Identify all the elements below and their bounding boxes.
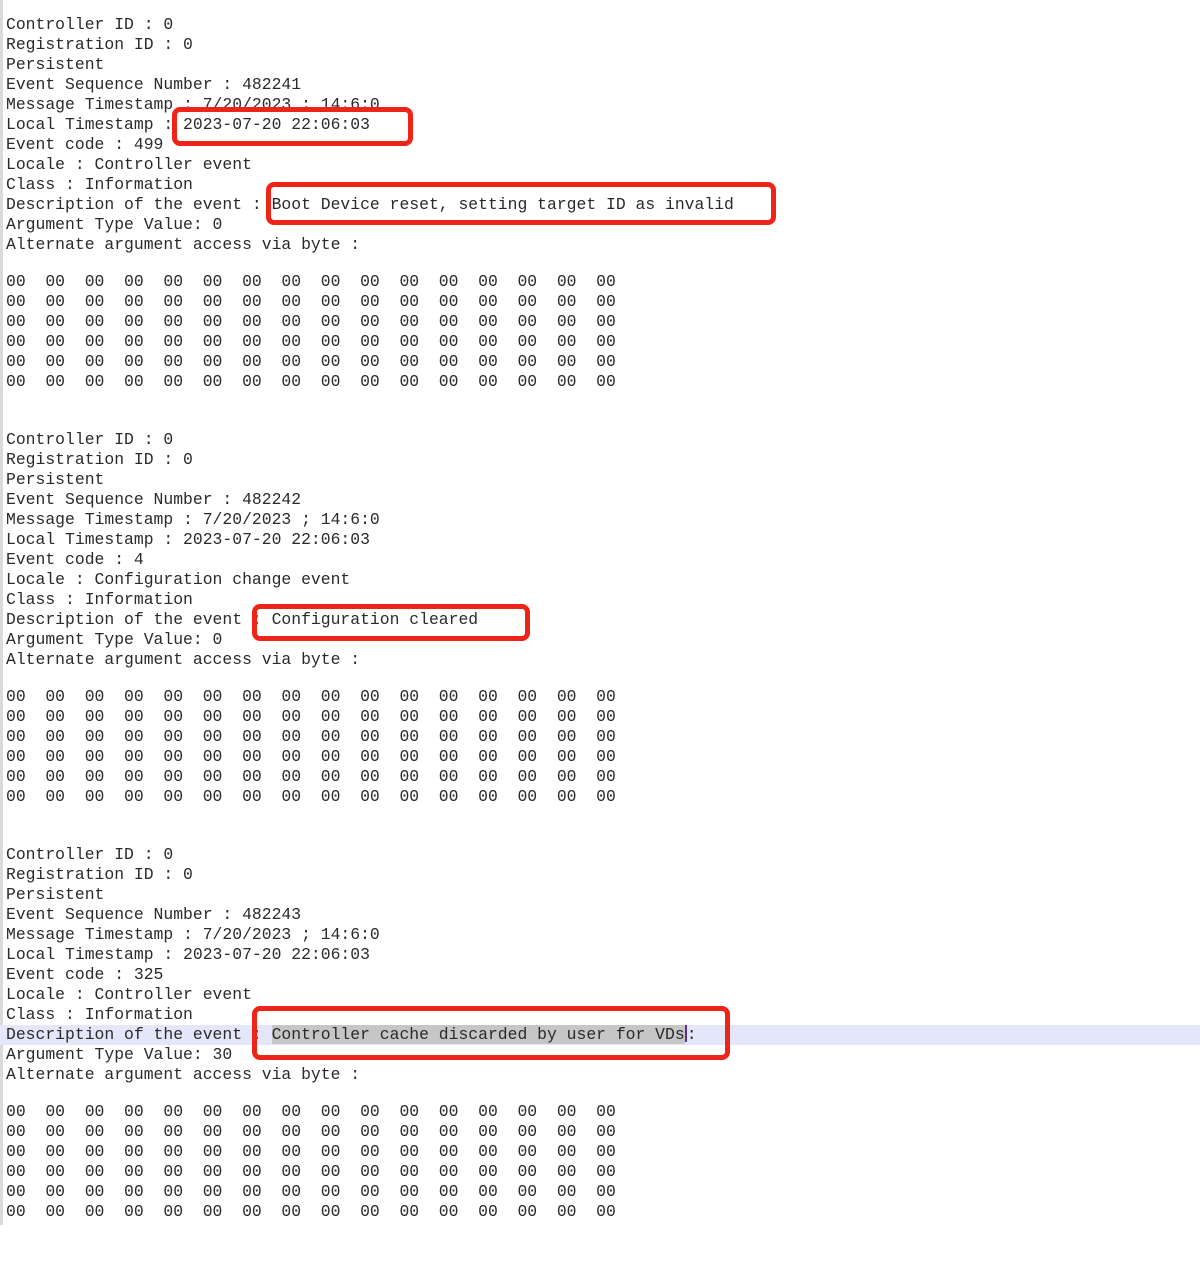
hex-row: 00 00 00 00 00 00 00 00 00 00 00 00 00 0… bbox=[0, 1142, 1200, 1162]
log-line: Registration ID : 0 bbox=[0, 450, 1200, 470]
event-lines: Controller ID : 0Registration ID : 0Pers… bbox=[0, 15, 1200, 255]
log-line: Class : Information bbox=[0, 590, 1200, 610]
hex-row: 00 00 00 00 00 00 00 00 00 00 00 00 00 0… bbox=[0, 1182, 1200, 1202]
hex-row: 00 00 00 00 00 00 00 00 00 00 00 00 00 0… bbox=[0, 1202, 1200, 1222]
hex-row: 00 00 00 00 00 00 00 00 00 00 00 00 00 0… bbox=[0, 687, 1200, 707]
log-line: Registration ID : 0 bbox=[0, 35, 1200, 55]
log-line: Description of the event : Configuration… bbox=[0, 610, 1200, 630]
hex-row: 00 00 00 00 00 00 00 00 00 00 00 00 00 0… bbox=[0, 787, 1200, 807]
log-line: Message Timestamp : 7/20/2023 ; 14:6:0 bbox=[0, 510, 1200, 530]
hex-row: 00 00 00 00 00 00 00 00 00 00 00 00 00 0… bbox=[0, 292, 1200, 312]
event-lines: Controller ID : 0Registration ID : 0Pers… bbox=[0, 430, 1200, 670]
hex-row: 00 00 00 00 00 00 00 00 00 00 00 00 00 0… bbox=[0, 352, 1200, 372]
hex-row: 00 00 00 00 00 00 00 00 00 00 00 00 00 0… bbox=[0, 1102, 1200, 1122]
log-line: Argument Type Value: 30 bbox=[0, 1045, 1200, 1065]
hex-row: 00 00 00 00 00 00 00 00 00 00 00 00 00 0… bbox=[0, 747, 1200, 767]
hex-dump: 00 00 00 00 00 00 00 00 00 00 00 00 00 0… bbox=[0, 687, 1200, 807]
log-line: Locale : Configuration change event bbox=[0, 570, 1200, 590]
event-block: Controller ID : 0Registration ID : 0Pers… bbox=[0, 15, 1200, 392]
log-line: Local Timestamp : 2023-07-20 22:06:03 bbox=[0, 530, 1200, 550]
log-line: Event code : 4 bbox=[0, 550, 1200, 570]
log-line: Message Timestamp : 7/20/2023 ; 14:6:0 bbox=[0, 95, 1200, 115]
log-line: Event code : 499 bbox=[0, 135, 1200, 155]
hex-dump: 00 00 00 00 00 00 00 00 00 00 00 00 00 0… bbox=[0, 272, 1200, 392]
log-line: Event Sequence Number : 482242 bbox=[0, 490, 1200, 510]
event-block: Controller ID : 0Registration ID : 0Pers… bbox=[0, 430, 1200, 807]
hex-row: 00 00 00 00 00 00 00 00 00 00 00 00 00 0… bbox=[0, 1122, 1200, 1142]
hex-row: 00 00 00 00 00 00 00 00 00 00 00 00 00 0… bbox=[0, 727, 1200, 747]
log-line: Alternate argument access via byte : bbox=[0, 1065, 1200, 1085]
hex-row: 00 00 00 00 00 00 00 00 00 00 00 00 00 0… bbox=[0, 312, 1200, 332]
hex-dump: 00 00 00 00 00 00 00 00 00 00 00 00 00 0… bbox=[0, 1102, 1200, 1222]
log-line: Argument Type Value: 0 bbox=[0, 630, 1200, 650]
highlighted-log-line: Description of the event : Controller ca… bbox=[0, 1025, 1200, 1045]
log-line: Persistent bbox=[0, 885, 1200, 905]
log-line: Argument Type Value: 0 bbox=[0, 215, 1200, 235]
event-lines: Controller ID : 0Registration ID : 0Pers… bbox=[0, 845, 1200, 1085]
hex-row: 00 00 00 00 00 00 00 00 00 00 00 00 00 0… bbox=[0, 372, 1200, 392]
log-line: Class : Information bbox=[0, 175, 1200, 195]
log-line: Locale : Controller event bbox=[0, 155, 1200, 175]
log-line: Message Timestamp : 7/20/2023 ; 14:6:0 bbox=[0, 925, 1200, 945]
log-line: Event code : 325 bbox=[0, 965, 1200, 985]
selected-text: Controller cache discarded by user for V… bbox=[272, 1025, 685, 1044]
log-line: Controller ID : 0 bbox=[0, 430, 1200, 450]
description-label: Description of the event : bbox=[6, 1025, 272, 1044]
log-line: Locale : Controller event bbox=[0, 985, 1200, 1005]
log-line: Local Timestamp : 2023-07-20 22:06:03 bbox=[0, 115, 1200, 135]
hex-row: 00 00 00 00 00 00 00 00 00 00 00 00 00 0… bbox=[0, 767, 1200, 787]
hex-row: 00 00 00 00 00 00 00 00 00 00 00 00 00 0… bbox=[0, 272, 1200, 292]
log-line: Class : Information bbox=[0, 1005, 1200, 1025]
log-line: Persistent bbox=[0, 55, 1200, 75]
log-line: Alternate argument access via byte : bbox=[0, 650, 1200, 670]
event-log-viewer: Controller ID : 0Registration ID : 0Pers… bbox=[0, 0, 1200, 1264]
log-line: Local Timestamp : 2023-07-20 22:06:03 bbox=[0, 945, 1200, 965]
log-line: Event Sequence Number : 482241 bbox=[0, 75, 1200, 95]
hex-row: 00 00 00 00 00 00 00 00 00 00 00 00 00 0… bbox=[0, 332, 1200, 352]
log-line: Registration ID : 0 bbox=[0, 865, 1200, 885]
event-log-text: Controller ID : 0Registration ID : 0Pers… bbox=[0, 0, 1200, 1222]
log-line: Description of the event : Boot Device r… bbox=[0, 195, 1200, 215]
hex-row: 00 00 00 00 00 00 00 00 00 00 00 00 00 0… bbox=[0, 1162, 1200, 1182]
hex-row: 00 00 00 00 00 00 00 00 00 00 00 00 00 0… bbox=[0, 707, 1200, 727]
log-line: Controller ID : 0 bbox=[0, 845, 1200, 865]
log-line: Controller ID : 0 bbox=[0, 15, 1200, 35]
log-line: Alternate argument access via byte : bbox=[0, 235, 1200, 255]
description-suffix: : bbox=[687, 1025, 697, 1044]
log-line: Persistent bbox=[0, 470, 1200, 490]
event-block: Controller ID : 0Registration ID : 0Pers… bbox=[0, 845, 1200, 1222]
log-line: Event Sequence Number : 482243 bbox=[0, 905, 1200, 925]
